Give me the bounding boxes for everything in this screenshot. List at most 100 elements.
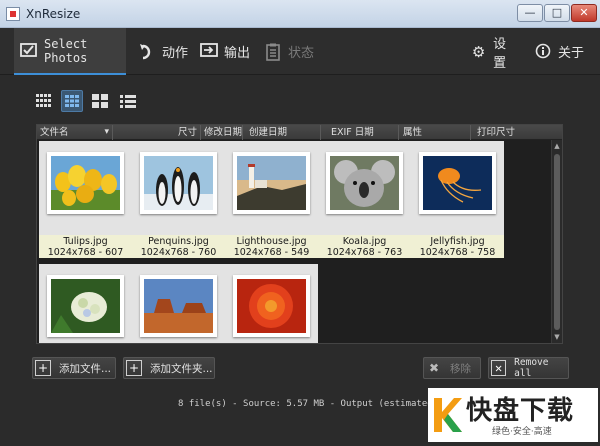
view-mode-bar [33,90,139,112]
thumbnail-frame [233,275,310,337]
view-large-thumbnails-button[interactable] [89,90,111,112]
koala-thumbnail [330,156,399,210]
file-info: 1024x768 - 760 [140,247,217,258]
file-info: 1024x768 - 758 [419,247,496,258]
file-name: Tulips.jpg [63,236,108,247]
remove-button[interactable]: ✖ 移除 [423,357,481,379]
tab-select-photos-label: Select Photos [44,36,88,65]
minimize-button[interactable]: — [517,4,543,22]
add-folder-label: 添加文件夹... [150,362,213,375]
view-small-thumbnails-button[interactable] [33,90,55,112]
settings-button[interactable]: ⚙ 设置 [470,28,518,75]
status-line: 8 file(s) - Source: 5.57 MB - Output (es… [178,399,466,409]
thumbnail-frame [47,275,124,337]
window-title: XnResize [26,7,81,21]
file-info: 1024x768 - 549 [233,247,310,258]
file-caption: Jellyfish.jpg 1024x768 - 758 [411,235,504,258]
file-caption: Tulips.jpg 1024x768 - 607 [39,235,132,258]
clipboard-icon [264,43,282,61]
view-medium-thumbnails-button[interactable] [61,90,83,112]
remove-all-label: Remove all [514,357,549,379]
action-icon [138,43,156,61]
close-button[interactable]: ✕ [571,4,597,22]
remove-x-icon: ✖ [428,361,440,375]
file-name: Jellyfish.jpg [430,236,485,247]
watermark-logo: 快盘下载 绿色·安全·高速 [428,388,598,442]
file-name: Lighthouse.jpg [236,236,307,247]
column-exif[interactable]: EXIF 日期 [321,125,399,140]
main-toolbar: Select Photos 动作 输出 状态 ⚙ 设置 关于 [0,28,600,75]
gear-icon: ⚙ [471,42,486,61]
list-icon [120,94,136,108]
large-grid-icon [92,94,108,108]
settings-label: 设置 [493,36,507,71]
column-name[interactable]: 文件名 [37,125,113,140]
watermark-title: 快盘下载 [466,396,575,426]
thumbnail-frame [140,275,217,337]
column-attributes[interactable]: 属性 [399,125,471,140]
file-list[interactable]: 文件名 尺寸 修改日期 创建日期 EXIF 日期 属性 打印尺寸 Tulips.… [36,124,563,344]
about-button[interactable]: 关于 [534,28,584,75]
tulips-thumbnail [51,156,120,210]
scrollbar-thumb[interactable] [554,154,560,330]
k-logo-icon [434,398,462,432]
vertical-scrollbar[interactable]: ▲ ▼ [551,140,562,343]
tab-status[interactable]: 状态 [264,28,314,75]
tab-select-photos[interactable]: Select Photos [14,28,126,75]
title-bar: XnResize — □ ✕ [0,0,600,28]
jellyfish-thumbnail [423,156,492,210]
scroll-down-arrow-icon[interactable]: ▼ [552,332,562,342]
tab-action[interactable]: 动作 [138,28,188,75]
about-label: 关于 [558,46,585,61]
list-item[interactable] [39,264,132,343]
remove-all-x-icon: ✕ [491,360,507,376]
list-item[interactable]: Penquins.jpg 1024x768 - 760 [132,141,225,258]
remove-all-button[interactable]: ✕ Remove all [488,357,569,379]
list-item[interactable]: Lighthouse.jpg 1024x768 - 549 [225,141,318,258]
chrysanthemum-thumbnail [237,279,306,333]
tab-output-label: 输出 [224,46,251,61]
info-icon [534,43,552,61]
thumbnail-frame [140,152,217,214]
column-size[interactable]: 尺寸 [113,125,201,140]
add-files-label: 添加文件... [59,362,112,375]
medium-grid-icon [65,95,79,107]
file-name: Penquins.jpg [148,236,209,247]
small-grid-icon [36,94,52,108]
tab-status-label: 状态 [288,46,315,61]
thumbnail-frame [326,152,403,214]
file-info: 1024x768 - 763 [326,247,403,258]
add-folder-icon: + [126,360,142,376]
scroll-up-arrow-icon[interactable]: ▲ [552,141,562,151]
list-item[interactable] [225,264,318,343]
add-folder-button[interactable]: + 添加文件夹... [123,357,215,379]
file-caption: Koala.jpg 1024x768 - 763 [318,235,411,258]
column-modified[interactable]: 修改日期 [201,125,243,140]
column-print-size[interactable]: 打印尺寸 [471,125,562,140]
tab-output[interactable]: 输出 [200,28,252,75]
maximize-button[interactable]: □ [544,4,570,22]
desert-thumbnail [144,279,213,333]
photo-select-icon [20,42,38,60]
view-details-button[interactable] [117,90,139,112]
thumbnail-frame [47,152,124,214]
penguins-thumbnail [144,156,213,210]
list-item[interactable]: Koala.jpg 1024x768 - 763 [318,141,411,258]
file-info: 1024x768 - 607 [47,247,124,258]
thumbnail-frame [419,152,496,214]
app-icon [6,7,20,21]
output-icon [200,42,218,61]
file-caption: Lighthouse.jpg 1024x768 - 549 [225,235,318,258]
tab-action-label: 动作 [162,46,189,61]
hydrangea-thumbnail [51,279,120,333]
list-item[interactable]: Jellyfish.jpg 1024x768 - 758 [411,141,504,258]
thumbnail-frame [233,152,310,214]
add-files-button[interactable]: + 添加文件... [32,357,116,379]
list-item[interactable] [132,264,225,343]
column-header-row: 文件名 尺寸 修改日期 创建日期 EXIF 日期 属性 打印尺寸 [37,125,562,140]
file-caption: Penquins.jpg 1024x768 - 760 [132,235,225,258]
column-created[interactable]: 创建日期 [243,125,321,140]
lighthouse-thumbnail [237,156,306,210]
add-file-icon: + [35,360,51,376]
list-item[interactable]: Tulips.jpg 1024x768 - 607 [39,141,132,258]
